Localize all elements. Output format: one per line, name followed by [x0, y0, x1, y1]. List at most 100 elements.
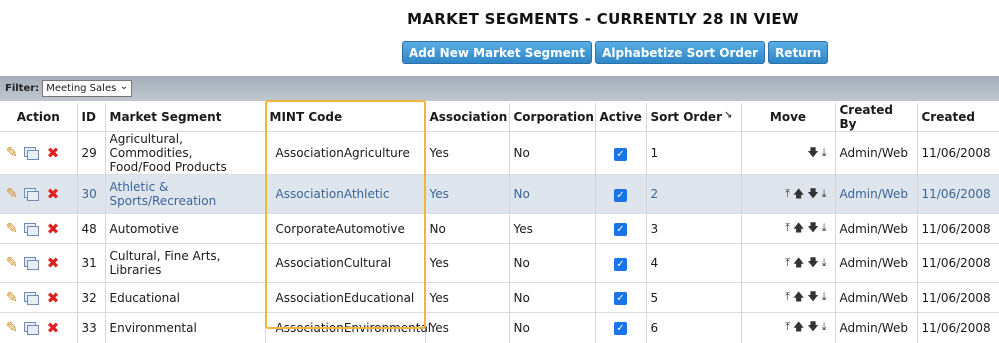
- cell-move: ⤒ 🡅 🡇 ⤓: [740, 174, 835, 214]
- cell-sort-order: 4: [645, 243, 741, 283]
- move-bottom-icon[interactable]: ⤓: [822, 146, 827, 160]
- active-checkbox[interactable]: ✓: [614, 188, 627, 202]
- segment-line-2: Libraries: [109, 263, 162, 277]
- cell-created-by: Admin/Web: [834, 282, 917, 313]
- move-bottom-icon[interactable]: ⤓: [822, 320, 827, 334]
- cell-sort-order: 3: [645, 213, 741, 244]
- arrow-down-icon[interactable]: 🡇: [807, 318, 818, 337]
- table-body: ✎ ✖ 29 Agricultural, Commodities, Food/Food …: [0, 131, 999, 343]
- cell-move: ⤒ 🡅 🡇 ⤓: [740, 213, 835, 244]
- cell-sort-order: 6: [645, 312, 741, 343]
- arrow-up-icon[interactable]: 🡅: [793, 219, 804, 238]
- move-top-icon[interactable]: ⤒: [785, 221, 790, 235]
- move-top-icon[interactable]: ⤒: [785, 256, 790, 270]
- cell-created-by: Admin/Web: [834, 131, 917, 175]
- cell-corporation: No: [508, 131, 595, 175]
- active-checkbox[interactable]: ✓: [614, 257, 627, 271]
- arrow-up-icon[interactable]: 🡅: [793, 185, 804, 204]
- add-market-segment-button[interactable]: Add New Market Segment: [402, 41, 593, 64]
- cell-active: ✓: [594, 174, 646, 214]
- cell-sort-order: 1: [645, 131, 741, 175]
- move-top-icon[interactable]: ⤒: [785, 320, 790, 334]
- pencil-icon[interactable]: ✎: [6, 290, 18, 306]
- cell-id: 31: [76, 243, 105, 283]
- table-row: ✎ ✖ 30 Athletic & Sports/Recreation Associati…: [0, 174, 999, 214]
- col-header-corporation[interactable]: Corporation: [508, 103, 595, 132]
- cell-association: No: [424, 213, 509, 244]
- alphabetize-sort-order-button[interactable]: Alphabetize Sort Order: [595, 41, 766, 64]
- col-header-id[interactable]: ID: [76, 103, 105, 132]
- move-bottom-icon[interactable]: ⤓: [822, 256, 827, 270]
- pencil-icon[interactable]: ✎: [6, 221, 18, 237]
- segment-line-1: Athletic &: [109, 180, 169, 194]
- move-bottom-icon[interactable]: ⤓: [822, 187, 827, 201]
- cell-market-segment: Automotive: [104, 213, 265, 244]
- table-header-row: Action ID Market Segment MINT Code Assoc…: [0, 103, 999, 132]
- arrow-down-icon[interactable]: 🡇: [807, 144, 818, 163]
- cell-corporation: No: [508, 282, 595, 313]
- pencil-icon[interactable]: ✎: [6, 145, 18, 161]
- row-actions: ✎ ✖: [0, 213, 77, 244]
- cell-mint-code: CorporateAutomotive: [264, 213, 425, 244]
- copy-icon[interactable]: [23, 257, 39, 270]
- move-bottom-icon[interactable]: ⤓: [822, 290, 827, 304]
- return-button[interactable]: Return: [768, 41, 829, 64]
- move-top-icon[interactable]: ⤒: [785, 187, 790, 201]
- cell-association: Yes: [424, 243, 509, 283]
- arrow-down-icon[interactable]: 🡇: [807, 185, 818, 204]
- cell-mint-code: AssociationAthletic: [264, 174, 425, 214]
- cell-market-segment: Educational: [104, 282, 265, 313]
- col-header-market-segment[interactable]: Market Segment: [104, 103, 265, 132]
- col-header-mint-code[interactable]: MINT Code: [264, 103, 425, 132]
- cell-id: 29: [76, 131, 105, 175]
- arrow-down-icon[interactable]: 🡇: [807, 219, 818, 238]
- cell-created: 11/06/2008: [916, 243, 999, 283]
- delete-icon[interactable]: ✖: [47, 289, 60, 307]
- col-header-active[interactable]: Active: [594, 103, 646, 132]
- col-header-created-by[interactable]: Created By: [834, 103, 917, 132]
- arrow-up-icon[interactable]: 🡅: [793, 288, 804, 307]
- col-header-action: Action: [0, 103, 77, 132]
- copy-icon[interactable]: [23, 291, 39, 305]
- arrow-down-icon[interactable]: 🡇: [807, 254, 818, 273]
- sort-indicator-icon: ↘: [724, 110, 733, 121]
- cell-mint-code: AssociationEducational: [264, 282, 425, 313]
- cell-created-by: Admin/Web: [834, 243, 917, 283]
- active-checkbox[interactable]: ✓: [614, 292, 627, 305]
- filter-select[interactable]: Meeting Sales ⌄: [42, 80, 133, 97]
- arrow-up-icon[interactable]: 🡅: [793, 318, 804, 337]
- pencil-icon[interactable]: ✎: [6, 186, 18, 202]
- row-actions: ✎ ✖: [0, 131, 77, 175]
- active-checkbox[interactable]: ✓: [614, 147, 627, 161]
- active-checkbox[interactable]: ✓: [614, 322, 627, 336]
- cell-active: ✓: [594, 312, 646, 343]
- delete-icon[interactable]: ✖: [47, 185, 60, 203]
- delete-icon[interactable]: ✖: [47, 144, 60, 162]
- filter-selected-value: Meeting Sales: [46, 83, 117, 94]
- table-row: ✎ ✖ 32 Educational AssociationEducational Yes…: [0, 282, 999, 313]
- copy-icon[interactable]: [23, 188, 39, 201]
- col-header-association[interactable]: Association: [424, 103, 509, 132]
- arrow-down-icon[interactable]: 🡇: [807, 288, 818, 307]
- arrow-up-icon[interactable]: 🡅: [793, 254, 804, 273]
- cell-mint-code: AssociationEnvironmental: [264, 312, 431, 343]
- page-title: MARKET SEGMENTS - CURRENTLY 28 IN VIEW: [407, 10, 799, 28]
- filter-label: Filter:: [5, 83, 40, 94]
- copy-icon[interactable]: [23, 222, 39, 236]
- col-header-created[interactable]: Created: [916, 103, 999, 132]
- delete-icon[interactable]: ✖: [47, 254, 60, 272]
- delete-icon[interactable]: ✖: [47, 319, 60, 337]
- cell-move: ⤒ 🡅 🡇 ⤓: [740, 243, 835, 283]
- pencil-icon[interactable]: ✎: [6, 255, 18, 271]
- copy-icon[interactable]: [23, 147, 39, 160]
- move-bottom-icon[interactable]: ⤓: [822, 221, 827, 235]
- copy-icon[interactable]: [23, 321, 39, 335]
- move-top-icon[interactable]: ⤒: [785, 290, 790, 304]
- sort-order-label: Sort Order: [650, 110, 722, 124]
- delete-icon[interactable]: ✖: [47, 220, 60, 238]
- active-checkbox[interactable]: ✓: [614, 223, 627, 236]
- col-header-sort-order[interactable]: Sort Order ↘: [645, 103, 741, 132]
- cell-association: Yes: [424, 282, 509, 313]
- cell-market-segment: Athletic & Sports/Recreation: [104, 174, 265, 214]
- pencil-icon[interactable]: ✎: [6, 320, 18, 336]
